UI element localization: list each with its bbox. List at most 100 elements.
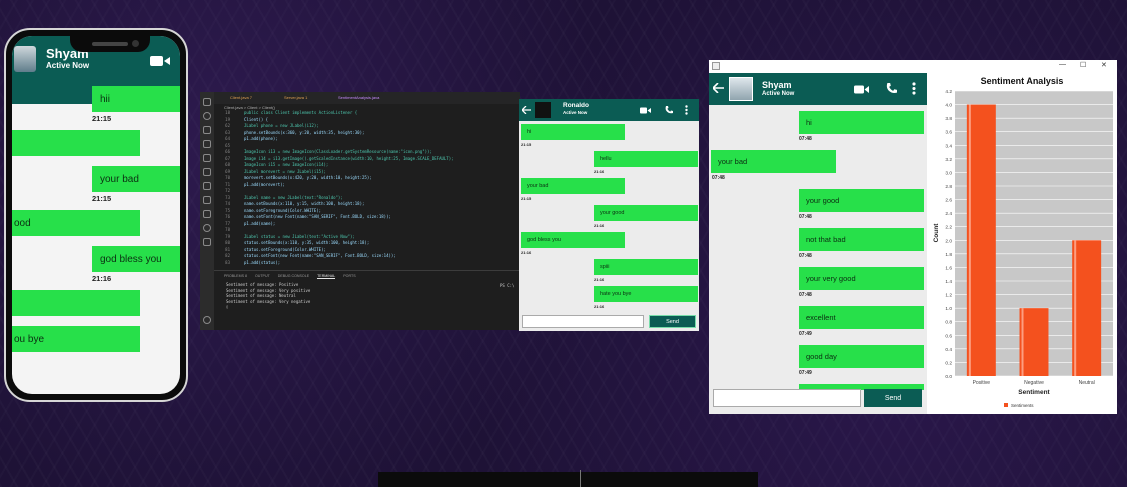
y-tick-label: 3.0 <box>945 170 952 176</box>
message-text: excellent <box>806 313 836 322</box>
phone-mockup: Shyam Active Now hii 21:15 your bad 21:1… <box>4 28 188 402</box>
tab-server[interactable]: Server.java 1 <box>284 95 307 100</box>
y-tick-label: 2.0 <box>945 238 952 244</box>
more-options-icon[interactable] <box>912 82 916 95</box>
panel-tab[interactable]: PORTS <box>343 274 355 278</box>
search-icon[interactable] <box>203 112 211 120</box>
terminal-output[interactable]: Sentiment of message: Positive Sentiment … <box>226 282 310 310</box>
extensions-icon[interactable] <box>203 154 211 162</box>
x-tick-label: Neutral <box>1079 380 1095 386</box>
legend-swatch <box>1004 403 1008 407</box>
run-debug-icon[interactable] <box>203 140 211 148</box>
video-call-icon[interactable] <box>854 85 869 94</box>
message-bubble: your very good <box>799 267 924 290</box>
message-bubble: god bless you <box>92 246 180 272</box>
code-text: Image i14 = i13.getImage().getScaledInst… <box>244 155 454 161</box>
message-bubble <box>12 290 140 316</box>
tab-client[interactable]: Client.java 7 <box>230 95 252 100</box>
message-input[interactable] <box>713 389 861 407</box>
line-number: 67 <box>225 155 230 161</box>
send-button[interactable]: Send <box>649 315 696 328</box>
message-time: 21:16 <box>594 277 605 282</box>
message-input[interactable] <box>522 315 644 328</box>
y-tick-label: 1.2 <box>945 293 952 299</box>
phone-call-icon[interactable] <box>886 83 897 94</box>
contact-status: Active Now <box>762 91 795 97</box>
message-bubble: hi <box>521 124 625 140</box>
maximize-button[interactable]: ☐ <box>1080 61 1086 69</box>
x-tick-label: Negative <box>1024 380 1044 386</box>
ronaldo-chat-window: Ronaldo Active Now hi 21:15 hellu 21:16 your… <box>519 99 699 331</box>
docker-icon[interactable] <box>203 210 211 218</box>
activity-bar <box>200 92 214 330</box>
panel-tab[interactable]: TERMINAL <box>317 274 336 279</box>
terminal-line: Sentiment of message: Positive <box>226 282 299 287</box>
y-tick-label: 1.4 <box>945 279 952 285</box>
more-options-icon[interactable] <box>685 105 688 115</box>
explorer-icon[interactable] <box>203 98 211 106</box>
message-bubble: your bad <box>521 178 625 194</box>
testing-icon[interactable] <box>203 168 211 176</box>
message-text: your good <box>806 196 840 205</box>
message-bubble <box>12 130 140 156</box>
panel-tab[interactable]: DEBUG CONSOLE <box>278 274 309 278</box>
y-tick-label: 2.2 <box>945 225 952 231</box>
message-bubble: hii <box>92 86 180 112</box>
panel-tab[interactable]: PROBLEMS 8 <box>224 274 247 278</box>
line-number: 82 <box>225 253 230 258</box>
message-time: 21:16 <box>92 274 112 283</box>
message-text: hi <box>527 129 532 135</box>
line-number: 79 <box>225 233 230 239</box>
chat-panel: Shyam Active Now hi 07:48 your bad 07:48 you… <box>709 73 927 414</box>
y-tick-label: 1.8 <box>945 252 952 258</box>
video-call-icon[interactable] <box>640 107 651 114</box>
code-editor[interactable]: 18 public class Client implements ActionL… <box>214 110 520 268</box>
account-icon[interactable] <box>203 316 211 324</box>
avatar <box>14 46 36 72</box>
message-bubble: hi <box>799 111 924 134</box>
message-text: your very good <box>806 274 856 283</box>
message-text: not that bad <box>806 235 846 244</box>
phone-call-icon[interactable] <box>665 106 673 114</box>
line-number: 68 <box>225 162 230 167</box>
database-icon[interactable] <box>203 238 211 246</box>
line-number: 63 <box>225 129 230 135</box>
send-button[interactable]: Send <box>864 389 922 407</box>
vscode-window: Client.java 7 Server.java 1 SentimentAna… <box>200 92 520 330</box>
line-number: 73 <box>225 194 230 200</box>
java-projects-icon[interactable] <box>203 196 211 204</box>
message-text: hi <box>806 118 812 127</box>
message-time: 21:16 <box>594 223 605 228</box>
back-arrow-icon[interactable] <box>522 106 531 114</box>
message-time: 21:15 <box>521 142 532 147</box>
phone-screen: Shyam Active Now hii 21:15 your bad 21:1… <box>12 36 180 394</box>
y-tick-label: 0.2 <box>945 360 952 366</box>
legend-label: Sentiments <box>1011 403 1034 408</box>
message-time: 07:49 <box>799 331 812 337</box>
panel-tab[interactable]: OUTPUT <box>255 274 270 278</box>
code-text: name.setForeground(Color.WHITE); <box>244 207 322 213</box>
remote-icon[interactable] <box>203 182 211 190</box>
code-text: phone.setBounds(x:360, y:20, width:35, h… <box>244 129 365 135</box>
code-text: name.setFont(new Font(name:"SAN_SERIF", … <box>244 214 391 219</box>
line-number: 78 <box>225 227 230 232</box>
chat-icon[interactable] <box>203 224 211 232</box>
message-time: 21:15 <box>92 114 112 123</box>
video-call-icon[interactable] <box>150 55 170 67</box>
back-arrow-icon[interactable] <box>713 83 724 93</box>
message-bubble: ood <box>12 210 140 236</box>
code-text: p1.add(name); <box>244 220 276 226</box>
message-time: 21:16 <box>594 169 605 174</box>
bar-chart-svg: Sentiment Analysis 0.0 0.2 0.4 0.6 0.8 1.0 1.2 1… <box>933 76 1113 408</box>
minimize-button[interactable]: — <box>1059 61 1066 68</box>
source-control-icon[interactable] <box>203 126 211 134</box>
bottom-panel: PROBLEMS 8 OUTPUT DEBUG CONSOLE TERMINAL POR… <box>214 270 520 330</box>
taskbar-strip <box>378 472 758 487</box>
message-bubble: your good <box>594 205 698 221</box>
close-button[interactable]: ✕ <box>1101 61 1107 69</box>
bar <box>1072 240 1102 376</box>
message-bubble: excellent <box>799 306 924 329</box>
line-number: 74 <box>225 201 230 206</box>
message-text: spiii <box>600 264 610 270</box>
tab-sentiment[interactable]: SentimentAnalysis.java <box>338 95 379 100</box>
